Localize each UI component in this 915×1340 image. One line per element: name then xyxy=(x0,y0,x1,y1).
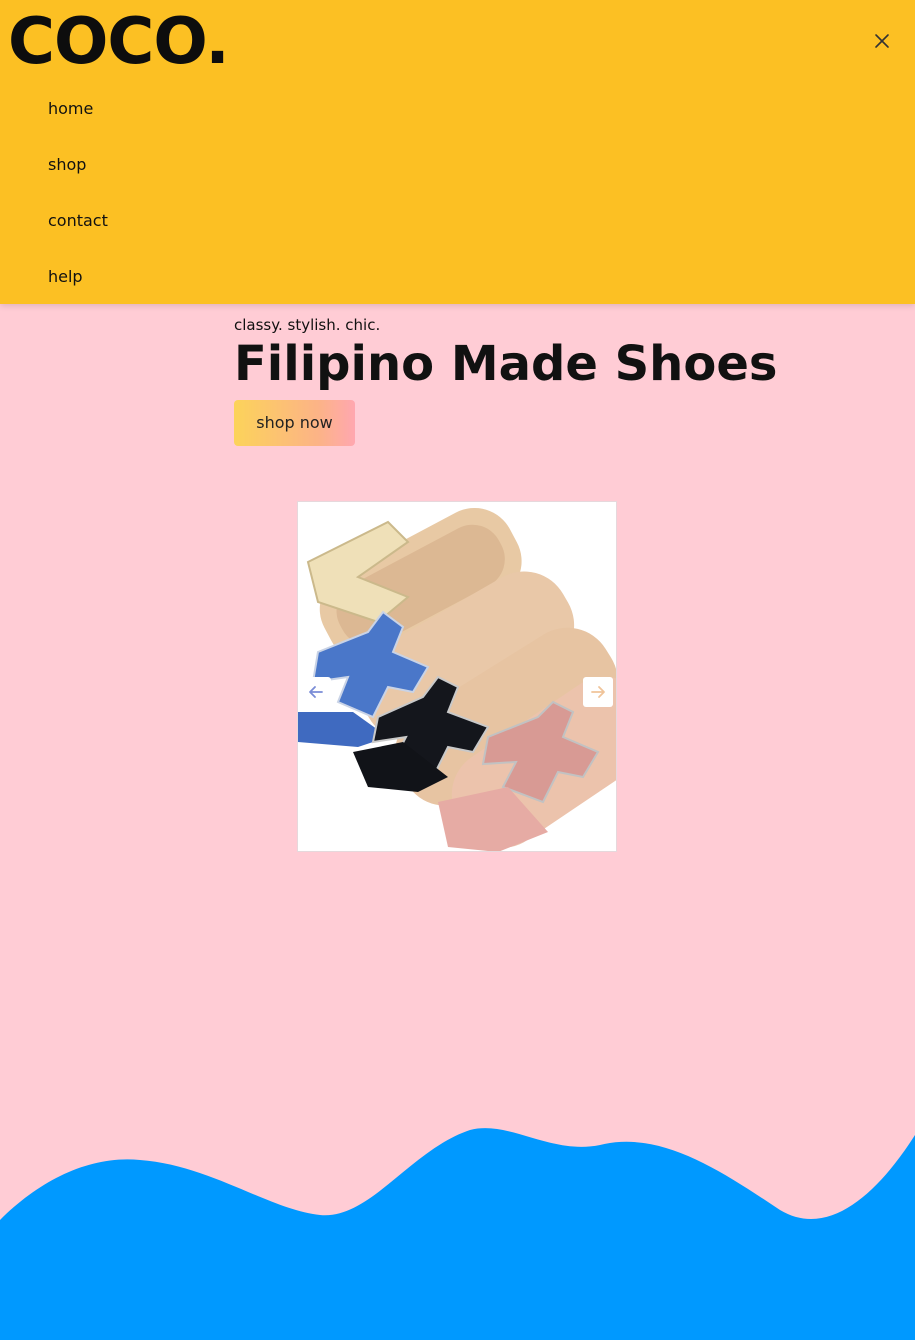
carousel-next-button[interactable] xyxy=(583,677,613,707)
nav-menu: home shop contact help xyxy=(48,92,108,316)
hero-section: classy. stylish. chic. Filipino Made Sho… xyxy=(234,312,777,446)
carousel-prev-button[interactable] xyxy=(301,677,331,707)
brand-logo[interactable]: COCO. xyxy=(8,4,230,80)
top-nav-panel: COCO. home shop contact help xyxy=(0,0,915,304)
arrow-right-icon xyxy=(591,686,605,698)
close-icon xyxy=(875,34,889,48)
nav-item-help[interactable]: help xyxy=(48,260,108,316)
nav-item-shop[interactable]: shop xyxy=(48,148,108,204)
hero-tagline: classy. stylish. chic. xyxy=(234,316,381,334)
nav-item-contact[interactable]: contact xyxy=(48,204,108,260)
nav-item-home[interactable]: home xyxy=(48,92,108,148)
product-carousel xyxy=(297,501,617,852)
close-menu-button[interactable] xyxy=(871,30,893,52)
arrow-left-icon xyxy=(309,686,323,698)
shop-now-button[interactable]: shop now xyxy=(234,400,355,446)
sandals-photo xyxy=(298,502,616,851)
footer-wave xyxy=(0,1128,915,1340)
hero-headline: Filipino Made Shoes xyxy=(234,336,778,392)
